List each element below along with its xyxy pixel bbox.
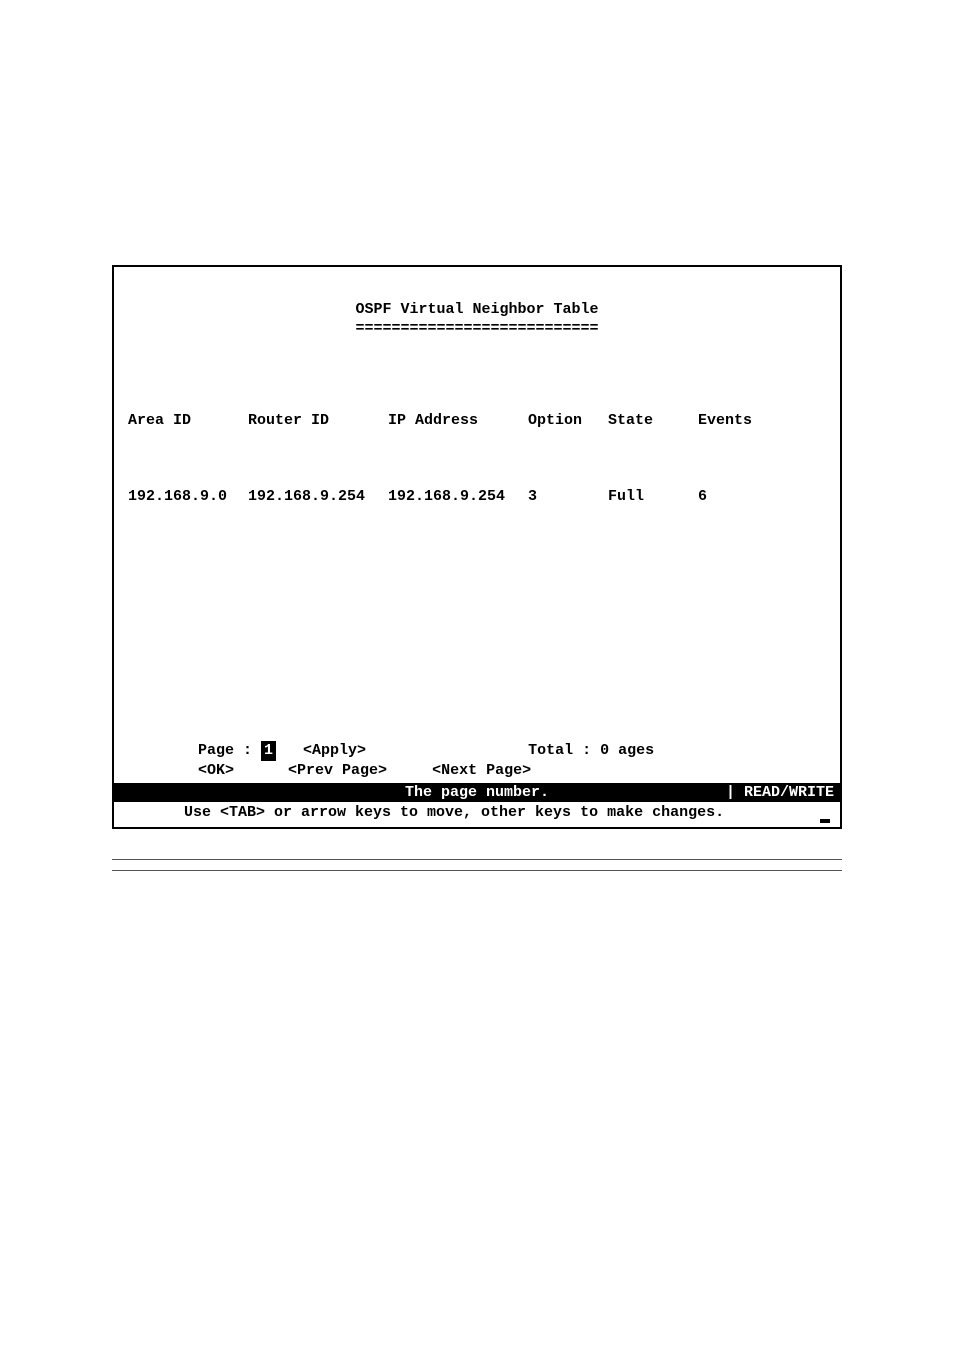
divider-group bbox=[112, 859, 842, 871]
status-mode: | READ/WRITE bbox=[726, 783, 834, 802]
cursor-icon bbox=[820, 819, 830, 823]
status-bar: The page number. | READ/WRITE bbox=[114, 783, 840, 802]
apply-button[interactable]: <Apply> bbox=[303, 742, 366, 759]
terminal-window: OSPF Virtual Neighbor Table ============… bbox=[112, 265, 842, 829]
page-label: Page : bbox=[198, 742, 261, 759]
prev-page-button[interactable]: <Prev Page> bbox=[288, 762, 387, 779]
col-option-header: Option bbox=[528, 408, 608, 434]
cell-router: 192.168.9.254 bbox=[248, 484, 388, 510]
col-area-header: Area ID bbox=[128, 408, 248, 434]
ok-button[interactable]: <OK> bbox=[198, 762, 234, 779]
title-underline: =========================== bbox=[128, 320, 826, 339]
col-events-header: Events bbox=[698, 408, 778, 434]
page-title: OSPF Virtual Neighbor Table bbox=[128, 301, 826, 320]
cell-events: 6 bbox=[698, 484, 778, 510]
table-header-row: Area ID Router ID IP Address Option Stat… bbox=[128, 408, 826, 434]
next-page-button[interactable]: <Next Page> bbox=[432, 762, 531, 779]
table-row: 192.168.9.0 192.168.9.254 192.168.9.254 … bbox=[128, 484, 826, 510]
cell-option: 3 bbox=[528, 484, 608, 510]
page-input[interactable]: 1 bbox=[261, 741, 276, 761]
cell-ip: 192.168.9.254 bbox=[388, 484, 528, 510]
cell-area: 192.168.9.0 bbox=[128, 484, 248, 510]
col-state-header: State bbox=[608, 408, 698, 434]
col-ip-header: IP Address bbox=[388, 408, 528, 434]
total-label: Total : 0 ages bbox=[528, 742, 654, 759]
neighbor-table: Area ID Router ID IP Address Option Stat… bbox=[128, 357, 826, 561]
cell-state: Full bbox=[608, 484, 698, 510]
divider bbox=[112, 870, 842, 871]
divider bbox=[112, 859, 842, 860]
help-text: Use <TAB> or arrow keys to move, other k… bbox=[184, 804, 724, 821]
col-router-header: Router ID bbox=[248, 408, 388, 434]
